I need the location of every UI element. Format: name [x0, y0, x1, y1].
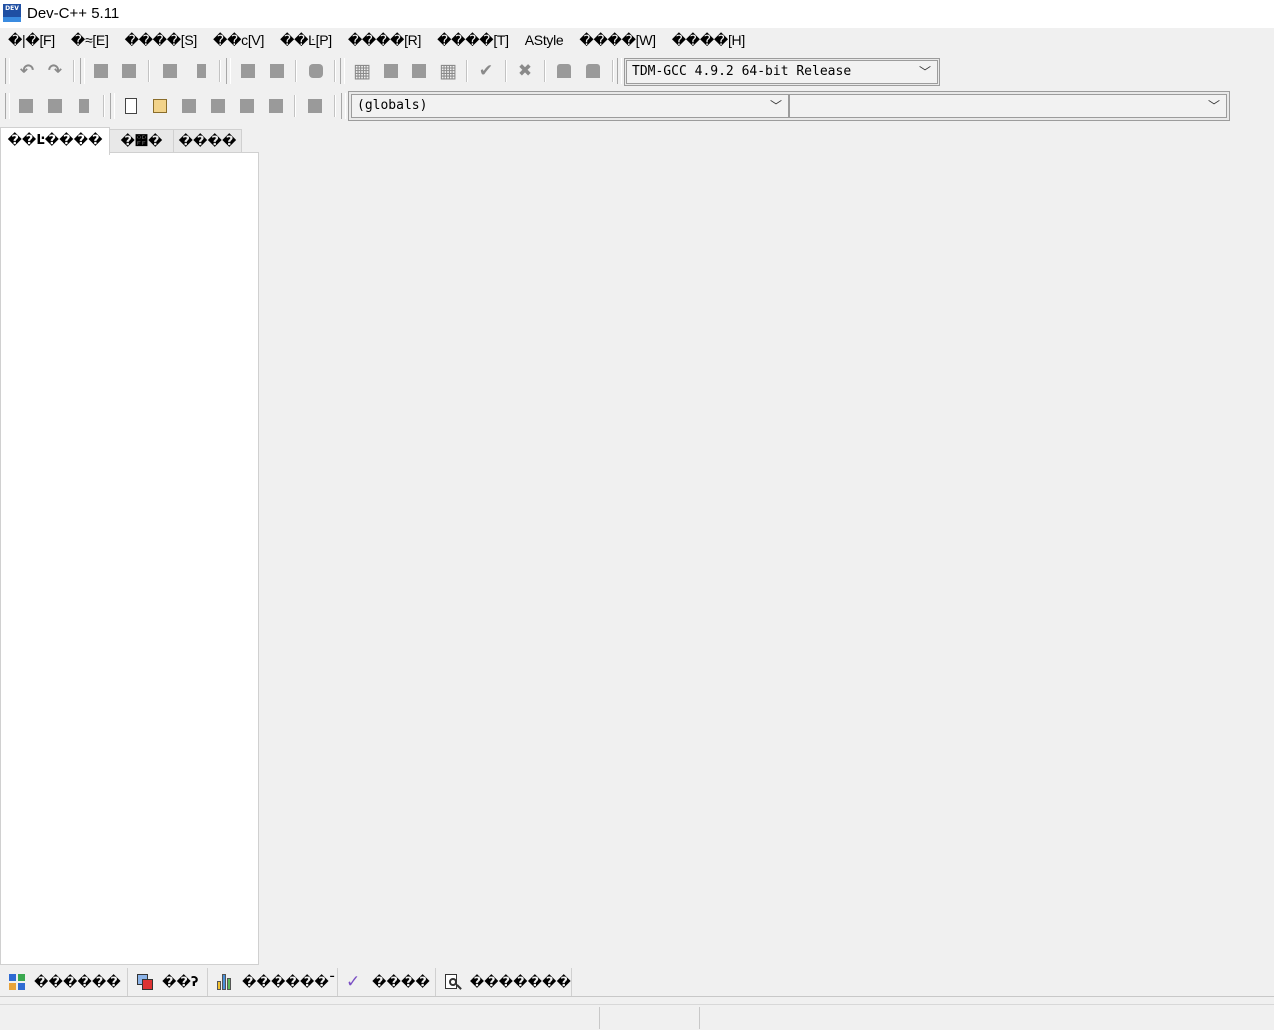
title-bar: DEV Dev-C++ 5.11 [0, 0, 1274, 28]
tab-compile-log-label: ������ˉ [242, 974, 336, 990]
toolbar-separator [334, 60, 336, 82]
menu-run[interactable]: ����[R] [340, 30, 429, 52]
open-file-icon[interactable] [150, 96, 170, 116]
remove-icon[interactable] [74, 96, 94, 116]
checkmark-icon: ✓ [346, 972, 361, 992]
compiler-select[interactable]: TDM-GCC 4.9.2 64-bit Release ﹀ [626, 60, 938, 84]
toolbar-separator [544, 60, 546, 82]
compile-icon[interactable]: ▦ [352, 61, 372, 81]
tab-debug-output-label: ���� [372, 974, 430, 990]
left-panel-tabs: ��Ŀ���� �෿� ���� [0, 127, 260, 155]
run-icon[interactable] [381, 61, 401, 81]
status-bar [0, 1004, 1274, 1030]
toolbar-separator [505, 60, 507, 82]
insert-icon[interactable] [45, 96, 65, 116]
menu-help[interactable]: ����[H] [664, 30, 753, 52]
print-icon[interactable] [305, 96, 325, 116]
tab-find-results[interactable]: ������� [436, 968, 572, 996]
toolbar-main: ↶ ↷ ▦ ▦ ✔ ✖ TDM-GCC 4.9.2 64-bit Release… [0, 54, 945, 88]
menu-bar: �|�[F] �≈[E] ����[S] ��c[V] ��Ŀ[P] ����[… [0, 30, 753, 52]
magnifier-icon [444, 973, 462, 991]
toolbar-secondary: (globals) ﹀ ﹀ [0, 89, 1232, 123]
tab-compiler[interactable]: ������ [0, 968, 128, 996]
toolbar-separator [334, 95, 336, 117]
compiler-select-value: TDM-GCC 4.9.2 64-bit Release [632, 64, 852, 79]
profile-icon[interactable] [554, 61, 574, 81]
scope-select[interactable]: (globals) ﹀ [351, 94, 789, 118]
toolbar-grip[interactable] [341, 93, 346, 119]
undo-icon[interactable]: ↶ [17, 61, 37, 81]
menu-search[interactable]: ����[S] [117, 30, 205, 52]
save-all-icon[interactable] [208, 96, 228, 116]
chevron-down-icon[interactable]: ﹀ [919, 61, 931, 83]
tab-compile-log[interactable]: ������ˉ [208, 968, 338, 996]
toolbar-grip[interactable] [80, 58, 85, 84]
scope-select-value: (globals) [357, 98, 428, 113]
unindent-icon[interactable] [119, 61, 139, 81]
menu-view[interactable]: ��c[V] [205, 30, 272, 52]
toolbar-separator [294, 95, 296, 117]
menu-file[interactable]: �|�[F] [0, 30, 63, 52]
tab-resources-label: ��ʔ [162, 974, 199, 990]
toolbar-separator [612, 60, 614, 82]
prev-bookmark-icon[interactable] [238, 61, 258, 81]
menu-project[interactable]: ��Ŀ[P] [272, 30, 340, 52]
chevron-down-icon[interactable]: ﹀ [1208, 95, 1220, 117]
stop-execution-icon[interactable]: ✖ [515, 61, 535, 81]
goto-line-icon[interactable] [189, 61, 209, 81]
new-project-icon[interactable] [16, 96, 36, 116]
redo-icon[interactable]: ↷ [45, 61, 65, 81]
chevron-down-icon[interactable]: ﹀ [770, 95, 782, 117]
member-select[interactable]: ﹀ [789, 94, 1227, 118]
rebuild-all-icon[interactable]: ▦ [438, 61, 458, 81]
status-separator [699, 1007, 700, 1029]
project-browser-panel[interactable] [0, 152, 259, 965]
save-icon[interactable] [179, 96, 199, 116]
toggle-comment-icon[interactable] [160, 61, 180, 81]
bar-chart-icon [216, 973, 234, 991]
toolbar-separator [148, 60, 150, 82]
window-title: Dev-C++ 5.11 [27, 5, 120, 22]
toolbar-grip[interactable] [340, 58, 345, 84]
bottom-panel-tabs: ������ ��ʔ ������ˉ ✓ ���� ������� [0, 968, 575, 996]
compile-run-icon[interactable] [409, 61, 429, 81]
tab-compiler-label: ������ [34, 974, 121, 990]
menu-window[interactable]: ����[W] [571, 30, 663, 52]
new-file-icon[interactable] [121, 96, 141, 116]
toolbar-grip[interactable] [617, 58, 622, 84]
status-separator [599, 1007, 600, 1029]
grid-icon [8, 973, 26, 991]
tab-project[interactable]: ��Ŀ���� [0, 127, 110, 155]
menu-edit[interactable]: �≈[E] [63, 30, 117, 52]
menu-astyle[interactable]: AStyle [517, 30, 572, 52]
toolbar-grip[interactable] [5, 58, 10, 84]
close-file-icon[interactable] [237, 96, 257, 116]
tab-debug-output[interactable]: ✓ ���� [338, 968, 436, 996]
indent-icon[interactable] [91, 61, 111, 81]
tab-find-results-label: ������� [469, 974, 571, 990]
syntax-check-icon[interactable]: ✔ [476, 61, 496, 81]
toolbar-grip[interactable] [5, 93, 10, 119]
toolbar-grip[interactable] [110, 93, 115, 119]
panel-splitter[interactable] [0, 996, 1274, 997]
tab-resources[interactable]: ��ʔ [128, 968, 208, 996]
toolbar-separator [466, 60, 468, 82]
menu-tools[interactable]: ����[T] [429, 30, 517, 52]
toolbar-separator [219, 60, 221, 82]
bookmark-icon[interactable] [306, 61, 326, 81]
toolbar-grip[interactable] [226, 58, 231, 84]
next-bookmark-icon[interactable] [267, 61, 287, 81]
dev-cpp-app-icon: DEV [3, 4, 21, 22]
close-all-icon[interactable] [266, 96, 286, 116]
toolbar-separator [73, 60, 75, 82]
delete-profile-icon[interactable] [583, 61, 603, 81]
toolbar-separator [295, 60, 297, 82]
toolbar-separator [103, 95, 105, 117]
resources-icon [136, 973, 154, 991]
